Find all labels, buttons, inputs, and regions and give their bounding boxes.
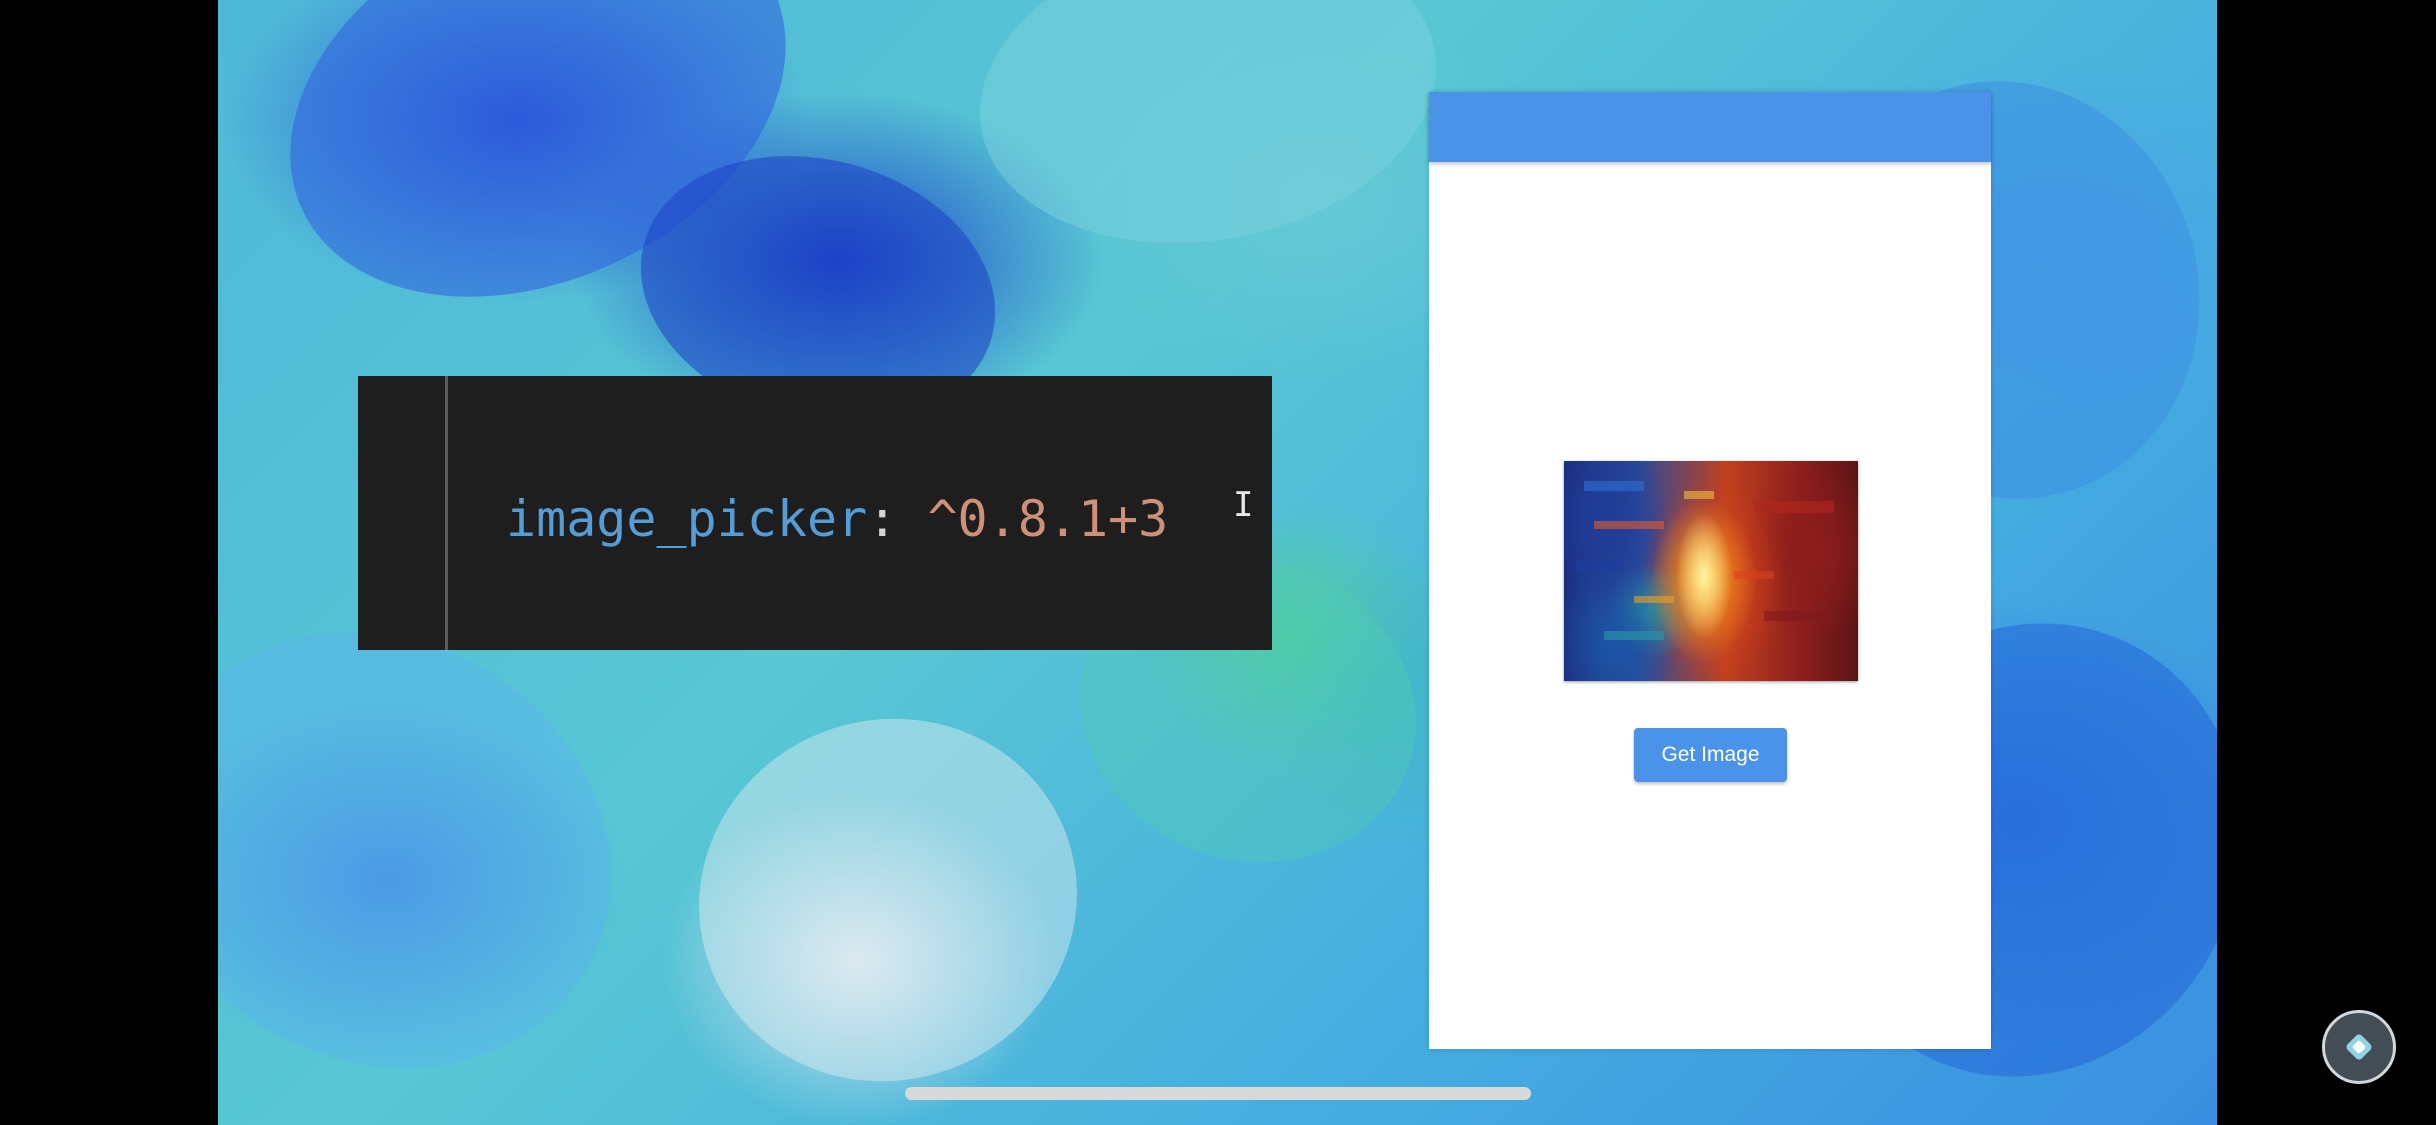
abstract-painting-image <box>1574 481 1834 640</box>
code-colon: : <box>867 490 898 548</box>
home-indicator[interactable] <box>905 1087 1531 1100</box>
wallpaper-stroke <box>955 0 1461 278</box>
app-bar <box>1429 92 1991 162</box>
picked-image <box>1564 461 1858 681</box>
code-gutter-line <box>445 376 448 650</box>
screen: image_picker: ^0.8.1+3 I Get Image <box>0 0 2436 1125</box>
phone-app-preview: Get Image <box>1429 92 1991 1049</box>
get-image-button[interactable]: Get Image <box>1634 728 1787 782</box>
assistive-touch-glyph-icon <box>2346 1034 2372 1060</box>
code-value: ^0.8.1+3 <box>897 490 1169 548</box>
code-key: image_picker <box>506 490 868 548</box>
assistive-touch-icon[interactable] <box>2322 1010 2396 1084</box>
wallpaper-stroke <box>647 665 1129 1125</box>
code-snippet-panel: image_picker: ^0.8.1+3 <box>358 376 1272 650</box>
code-line: image_picker: ^0.8.1+3 <box>506 489 1168 549</box>
i-beam-cursor-icon: I <box>1233 485 1254 525</box>
